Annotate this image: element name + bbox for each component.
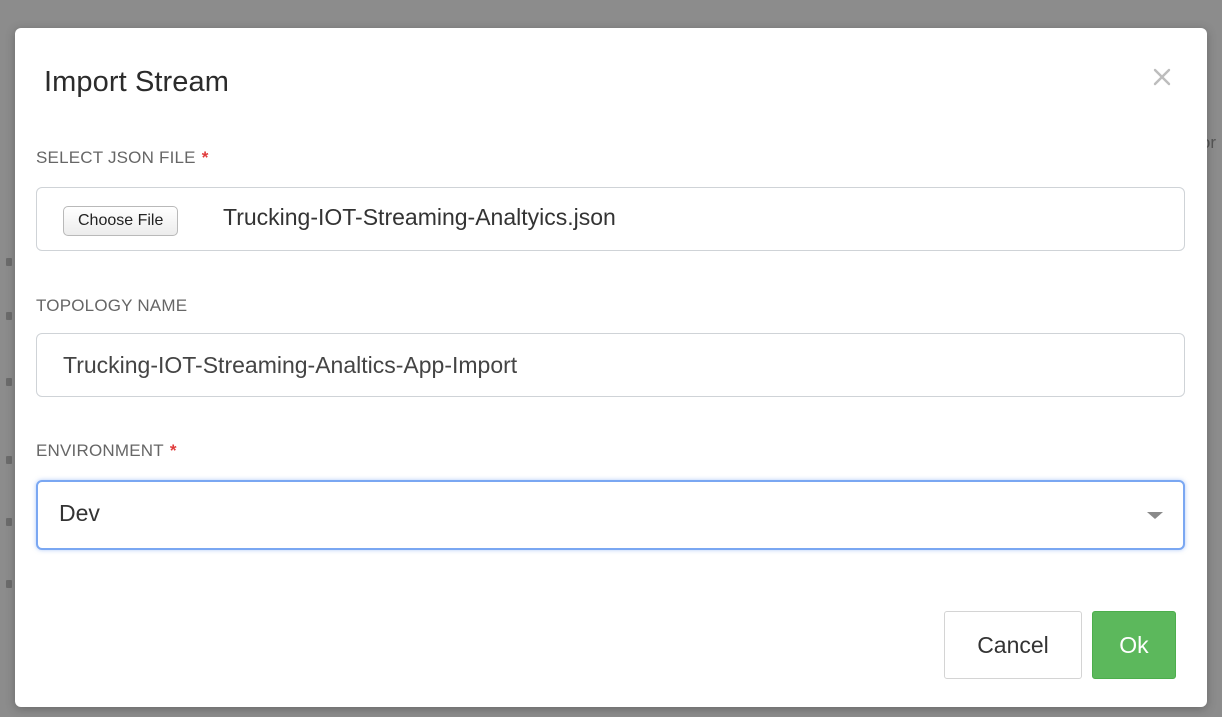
caret-down-icon[interactable] [1147, 512, 1163, 519]
selected-file-name: Trucking-IOT-Streaming-Analtyics.json [223, 204, 616, 230]
ok-button[interactable]: Ok [1092, 611, 1176, 679]
select-json-file-label-text: SELECT JSON FILE [36, 148, 196, 167]
topology-name-label: TOPOLOGY NAME [36, 296, 187, 316]
required-marker: * [201, 148, 209, 167]
background-marker [6, 378, 12, 386]
environment-label: ENVIRONMENT * [36, 441, 177, 461]
dialog-title: Import Stream [44, 66, 230, 98]
required-marker: * [169, 441, 177, 460]
close-icon[interactable] [1152, 67, 1172, 87]
topology-name-input[interactable]: Trucking-IOT-Streaming-Analtics-App-Impo… [36, 333, 1185, 397]
topology-name-label-text: TOPOLOGY NAME [36, 296, 188, 315]
close-button[interactable] [1147, 62, 1177, 92]
background-marker [6, 258, 12, 266]
background-marker [6, 312, 12, 320]
choose-file-button[interactable]: Choose File [63, 206, 179, 236]
json-file-input[interactable]: Choose File Trucking-IOT-Streaming-Analt… [36, 187, 1185, 251]
cancel-button[interactable]: Cancel [944, 611, 1082, 679]
environment-label-text: ENVIRONMENT [36, 441, 164, 460]
background-marker [6, 580, 12, 588]
environment-selected-value: Dev [59, 500, 100, 526]
environment-select[interactable]: Dev [36, 480, 1185, 550]
background-marker [6, 456, 12, 464]
select-json-file-label: SELECT JSON FILE * [36, 148, 209, 168]
import-stream-dialog: Import Stream SELECT JSON FILE * Choose F… [15, 28, 1207, 707]
background-marker [6, 518, 12, 526]
